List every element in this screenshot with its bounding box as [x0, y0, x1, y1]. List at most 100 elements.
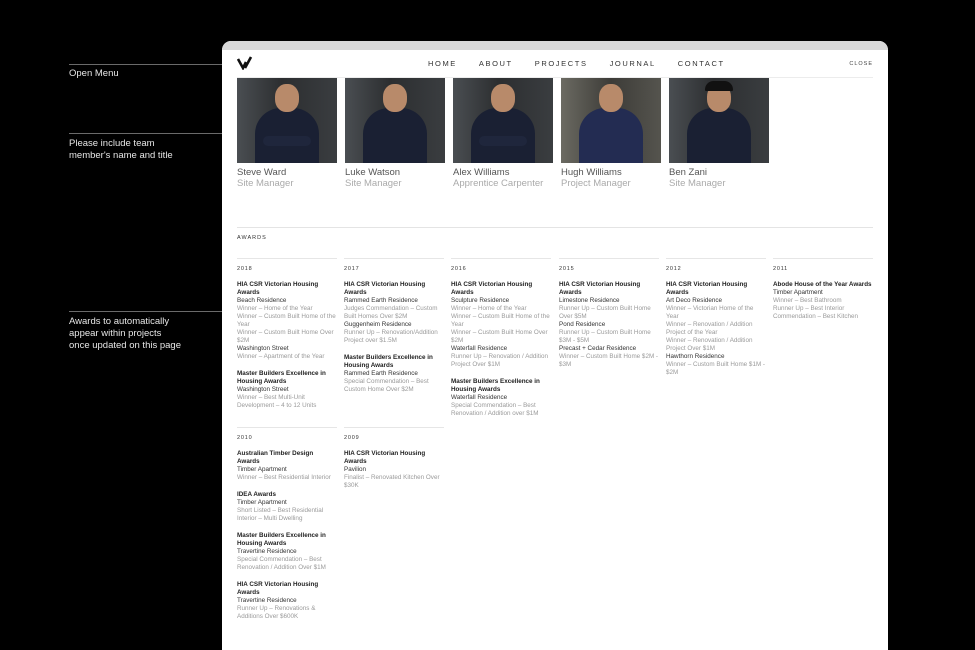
team-member-name: Steve Ward	[237, 167, 287, 178]
award-project[interactable]: Waterfall Residence	[451, 394, 551, 402]
award-result: Winner – Apartment of the Year	[237, 353, 325, 360]
award-project[interactable]: Washington Street	[237, 386, 337, 394]
team-member: Steve Ward Site Manager	[237, 78, 337, 189]
award-title: HIA CSR Victorian Housing Awards	[559, 281, 641, 296]
award-year: 2012	[666, 258, 766, 272]
award-result: Winner – Home of the Year	[451, 305, 527, 312]
award-year: 2018	[237, 258, 337, 272]
nav-journal[interactable]: JOURNAL	[610, 59, 656, 68]
annotation-line-team	[69, 133, 232, 134]
award-result: Runner Up – Custom Built Home Over $5M	[559, 305, 651, 320]
team-member-photo	[453, 78, 553, 163]
award-year-column: 2012 HIA CSR Victorian Housing Awards Art …	[666, 258, 766, 386]
award-result: Short Listed – Best Residential Interior…	[237, 507, 324, 522]
award-result: Winner – Best Residential Interior	[237, 474, 331, 481]
award-block: HIA CSR Victorian Housing Awards Beach Re…	[237, 281, 337, 361]
award-project[interactable]: Timber Apartment	[773, 289, 873, 297]
award-project[interactable]: Pavilion	[344, 466, 444, 474]
award-title: IDEA Awards	[237, 491, 276, 498]
award-result: Winner – Custom Built Home Over $2M	[237, 329, 334, 344]
team-member-photo	[669, 78, 769, 163]
award-result: Winner – Victorian Home of the Year	[666, 305, 754, 320]
nav-home[interactable]: HOME	[428, 59, 457, 68]
award-project[interactable]: Pond Residence	[559, 321, 659, 329]
team-member-title: Project Manager	[561, 178, 631, 189]
team-member-title: Apprentice Carpenter	[453, 178, 544, 189]
award-result: Judges Commendation – Custom Built Homes…	[344, 305, 438, 320]
annotation-team-member: Please include team member's name and ti…	[69, 138, 173, 161]
award-block: HIA CSR Victorian Housing Awards Pavilion…	[344, 450, 444, 490]
award-year: 2011	[773, 258, 873, 272]
team-member: Hugh Williams Project Manager	[561, 78, 661, 189]
team-member: Luke Watson Site Manager	[345, 78, 445, 189]
nav-projects[interactable]: PROJECTS	[535, 59, 588, 68]
award-block: HIA CSR Victorian Housing Awards Rammed E…	[344, 281, 444, 345]
award-result: Special Commendation – Best Custom Home …	[344, 378, 429, 393]
main-nav: HOME ABOUT PROJECTS JOURNAL CONTACT	[428, 59, 725, 68]
award-project[interactable]: Washington Street	[237, 345, 337, 353]
award-project[interactable]: Rammed Earth Residence	[344, 370, 444, 378]
award-title: HIA CSR Victorian Housing Awards	[344, 281, 426, 296]
award-block: Abode House of the Year Awards Timber Apa…	[773, 281, 873, 321]
award-year-column: 2011 Abode House of the Year Awards Timber…	[773, 258, 873, 330]
award-block: IDEA Awards Timber Apartment Short Listed …	[237, 491, 337, 523]
award-result: Runner Up – Renovation / Addition Projec…	[451, 353, 548, 368]
award-result: Winner – Best Bathroom	[773, 297, 842, 304]
award-project[interactable]: Timber Apartment	[237, 466, 337, 474]
award-year: 2016	[451, 258, 551, 272]
award-title: HIA CSR Victorian Housing Awards	[344, 450, 426, 465]
award-project[interactable]: Rammed Earth Residence	[344, 297, 444, 305]
annotation-awards: Awards to automatically appear within pr…	[69, 316, 181, 351]
team-member: Alex Williams Apprentice Carpenter	[453, 78, 553, 189]
award-title: Master Builders Excellence in Housing Aw…	[344, 354, 433, 369]
team-member-title: Site Manager	[345, 178, 402, 189]
annotation-line-open-menu	[69, 64, 229, 65]
logo-icon[interactable]	[237, 56, 257, 70]
award-project[interactable]: Travertine Residence	[237, 597, 337, 605]
award-project[interactable]: Beach Residence	[237, 297, 337, 305]
award-project[interactable]: Hawthorn Residence	[666, 353, 766, 361]
team-member: Ben Zani Site Manager	[669, 78, 769, 189]
award-title: HIA CSR Victorian Housing Awards	[237, 581, 319, 596]
award-block: Master Builders Excellence in Housing Aw…	[237, 370, 337, 410]
award-result: Winner – Home of the Year	[237, 305, 313, 312]
nav-about[interactable]: ABOUT	[479, 59, 513, 68]
award-result: Winner – Renovation / Addition Project o…	[666, 321, 753, 336]
award-title: HIA CSR Victorian Housing Awards	[666, 281, 748, 296]
awards-divider	[237, 227, 873, 228]
team-member-photo	[561, 78, 661, 163]
award-year: 2010	[237, 427, 337, 441]
award-block: HIA CSR Victorian Housing Awards Traverti…	[237, 581, 337, 621]
award-block: Master Builders Excellence in Housing Aw…	[344, 354, 444, 394]
award-year: 2009	[344, 427, 444, 441]
award-project[interactable]: Timber Apartment	[237, 499, 337, 507]
award-block: Australian Timber Design Awards Timber Ap…	[237, 450, 337, 482]
award-project[interactable]: Precast + Cedar Residence	[559, 345, 659, 353]
team-member-title: Site Manager	[237, 178, 294, 189]
award-block: Master Builders Excellence in Housing Aw…	[451, 378, 551, 418]
award-title: Australian Timber Design Awards	[237, 450, 314, 465]
award-result: Winner – Custom Built Home of the Year	[451, 313, 550, 328]
award-project[interactable]: Waterfall Residence	[451, 345, 551, 353]
award-title: Master Builders Excellence in Housing Aw…	[237, 532, 326, 547]
close-button[interactable]: CLOSE	[849, 61, 873, 67]
team-member-photo	[345, 78, 445, 163]
award-result: Finalist – Renovated Kitchen Over $30K	[344, 474, 440, 489]
award-title: Master Builders Excellence in Housing Aw…	[451, 378, 540, 393]
award-result: Winner – Best Multi-Unit Development – 4…	[237, 394, 317, 409]
award-project[interactable]: Sculpture Residence	[451, 297, 551, 305]
team-member-name: Hugh Williams	[561, 167, 622, 178]
award-project[interactable]: Guggenheim Residence	[344, 321, 444, 329]
team-member-name: Ben Zani	[669, 167, 708, 178]
annotation-open-menu: Open Menu	[69, 68, 119, 79]
nav-contact[interactable]: CONTACT	[678, 59, 725, 68]
team-member-photo	[237, 78, 337, 163]
award-project[interactable]: Travertine Residence	[237, 548, 337, 556]
award-result: Winner – Custom Built Home $1M - $2M	[666, 361, 766, 376]
annotation-line-awards	[69, 311, 232, 312]
award-year-column: 2015 HIA CSR Victorian Housing Awards Lime…	[559, 258, 659, 378]
award-block: Master Builders Excellence in Housing Aw…	[237, 532, 337, 572]
award-project[interactable]: Art Deco Residence	[666, 297, 766, 305]
award-project[interactable]: Limestone Residence	[559, 297, 659, 305]
team-list: Steve Ward Site Manager Luke Watson Site…	[237, 78, 769, 189]
